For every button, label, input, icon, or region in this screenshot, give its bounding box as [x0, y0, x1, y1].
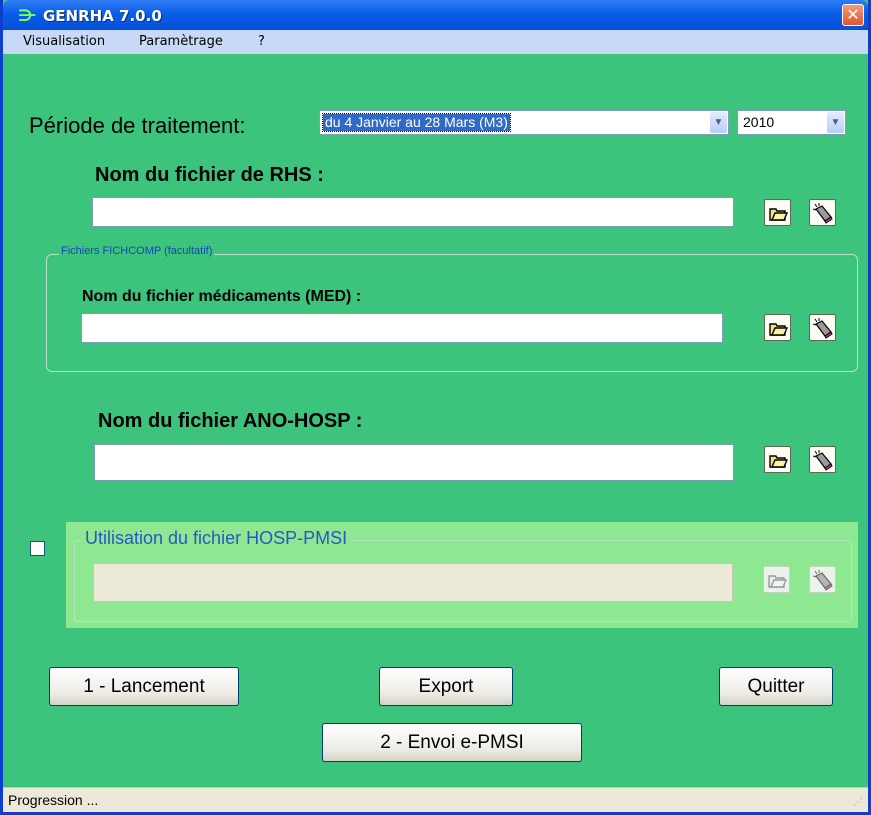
menu-parametrage[interactable]: Paramètrage — [139, 34, 223, 49]
folder-open-icon — [769, 455, 789, 468]
hosp-clear-button[interactable] — [809, 566, 836, 593]
send-epmsi-button[interactable]: 2 - Envoi e-PMSI — [322, 723, 582, 762]
main-window: ⋺ GENRHA 7.0.0 ✕ Visualisation Paramètra… — [0, 0, 871, 815]
close-icon: ✕ — [846, 5, 860, 24]
period-select-value: du 4 Janvier au 28 Mars (M3) — [322, 113, 511, 132]
med-file-input[interactable] — [81, 313, 723, 343]
rhs-clear-button[interactable] — [809, 199, 836, 226]
med-label: Nom du fichier médicaments (MED) : — [82, 288, 362, 305]
fichcomp-legend: Fichiers FICHCOMP (facultatif) — [59, 245, 215, 257]
hosp-pmsi-panel: Utilisation du fichier HOSP-PMSI — [66, 522, 858, 628]
rhs-browse-button[interactable] — [764, 199, 791, 226]
med-clear-button[interactable] — [809, 314, 836, 341]
eraser-icon — [813, 203, 833, 224]
folder-open-icon — [769, 208, 789, 221]
ano-browse-button[interactable] — [764, 446, 791, 473]
period-select[interactable]: du 4 Janvier au 28 Mars (M3) ▼ — [319, 110, 729, 135]
resize-grip-icon[interactable]: ⋰ — [853, 797, 865, 809]
year-select[interactable]: 2010 ▼ — [737, 110, 846, 135]
hosp-pmsi-legend: Utilisation du fichier HOSP-PMSI — [82, 528, 351, 549]
chevron-down-icon: ▼ — [710, 112, 727, 133]
title-bar: ⋺ GENRHA 7.0.0 ✕ — [3, 0, 868, 30]
menu-bar: Visualisation Paramètrage ? — [3, 30, 868, 54]
window-title: GENRHA 7.0.0 — [43, 7, 162, 25]
chevron-down-icon: ▼ — [827, 112, 844, 133]
folder-open-icon — [769, 323, 789, 336]
ano-file-input[interactable] — [94, 444, 734, 481]
status-bar: Progression ... ⋰ — [3, 787, 868, 812]
eraser-icon — [813, 450, 833, 471]
eraser-icon — [813, 570, 833, 591]
ano-clear-button[interactable] — [809, 446, 836, 473]
rhs-file-input[interactable] — [92, 197, 734, 227]
year-select-value: 2010 — [743, 114, 775, 130]
status-text: Progression ... — [8, 792, 99, 808]
hosp-file-input[interactable] — [93, 563, 733, 602]
eraser-icon — [813, 318, 833, 339]
close-button[interactable]: ✕ — [842, 4, 864, 26]
launch-button[interactable]: 1 - Lancement — [49, 667, 239, 706]
quit-button[interactable]: Quitter — [719, 667, 833, 706]
ano-label: Nom du fichier ANO-HOSP : — [98, 410, 363, 432]
rhs-label: Nom du fichier de RHS : — [95, 164, 324, 186]
menu-help[interactable]: ? — [258, 34, 265, 49]
hosp-browse-button[interactable] — [763, 566, 790, 593]
app-icon: ⋺ — [18, 6, 37, 25]
menu-visualisation[interactable]: Visualisation — [23, 34, 105, 49]
period-label: Période de traitement: — [29, 113, 246, 138]
folder-open-icon — [768, 575, 788, 588]
hosp-pmsi-checkbox[interactable] — [30, 541, 45, 556]
export-button[interactable]: Export — [379, 667, 513, 706]
med-browse-button[interactable] — [764, 314, 791, 341]
